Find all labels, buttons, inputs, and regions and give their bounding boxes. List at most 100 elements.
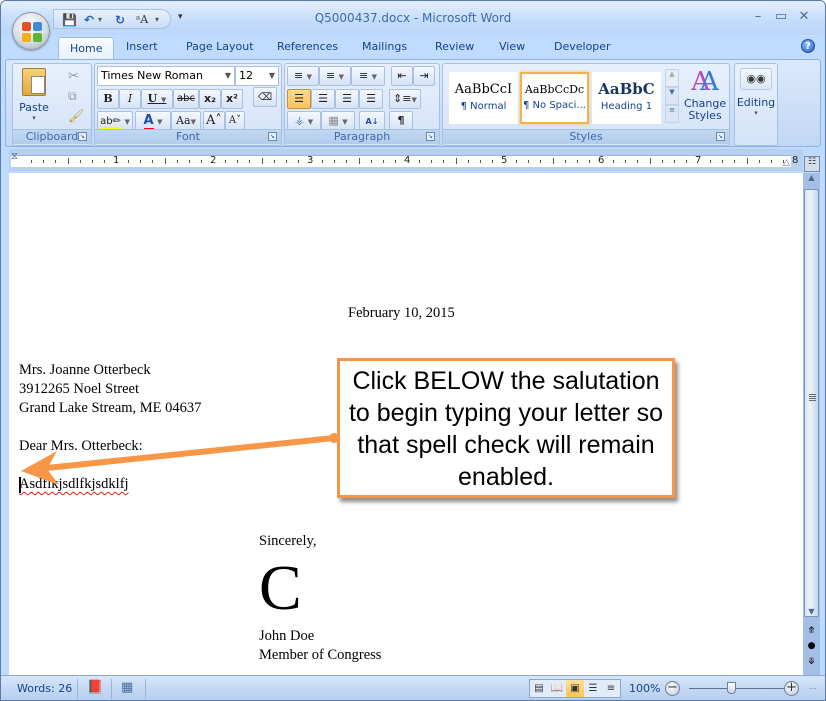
undo-icon[interactable]: ↶ (84, 13, 94, 27)
styles-launcher-icon[interactable]: ↘ (716, 132, 725, 141)
increase-indent-button[interactable]: ⇥ (413, 66, 435, 86)
outline-view-icon[interactable]: ☰ (584, 680, 602, 697)
style-heading-1-name: Heading 1 (600, 101, 653, 112)
scroll-down-icon[interactable]: ▼ (803, 607, 820, 623)
minimize-button[interactable]: – (747, 9, 769, 27)
tab-developer[interactable]: Developer (554, 40, 611, 53)
clear-formatting-button[interactable]: ⌫ (253, 87, 277, 107)
styles-scroll-up-icon[interactable]: ▲ (665, 69, 679, 87)
change-case-button[interactable]: Aa▼ (171, 111, 201, 131)
strikethrough-button[interactable]: abc (173, 89, 199, 109)
spelling-a-icon[interactable]: ᵃA (136, 13, 148, 27)
font-size-dropdown-icon[interactable]: ▼ (269, 67, 275, 85)
style-no-spacing[interactable]: AaBbCcDc ¶ No Spaci... (520, 72, 589, 124)
format-painter-icon[interactable]: 🖌 (68, 109, 85, 124)
paste-button[interactable]: Paste ▾ (16, 66, 52, 126)
save-icon[interactable]: 💾 (62, 13, 77, 27)
multilevel-list-button[interactable]: ≡ ▼ (351, 66, 385, 86)
style-no-spacing-name: ¶ No Spaci... (523, 100, 586, 111)
horizontal-ruler[interactable]: ⧖ △ 1 2 3 4 5 6 7 8 (11, 152, 798, 170)
shading-button[interactable]: ⚶ ▼ (287, 111, 321, 131)
zoom-slider-track[interactable] (689, 688, 785, 689)
office-button[interactable] (12, 12, 50, 50)
copy-icon[interactable]: ⧉ (68, 89, 77, 104)
bold-button[interactable]: B (97, 89, 119, 109)
subscript-button[interactable]: x₂ (199, 89, 221, 109)
tab-insert[interactable]: Insert (126, 40, 158, 53)
tab-view[interactable]: View (499, 40, 525, 53)
paragraph-launcher-icon[interactable]: ↘ (426, 132, 435, 141)
help-icon[interactable]: ? (801, 39, 815, 53)
change-styles-button[interactable]: AA Change Styles (681, 66, 729, 128)
borders-button[interactable]: ▦ ▼ (321, 111, 355, 131)
ruler-number: 7 (695, 155, 702, 166)
spelling-dropdown-icon[interactable]: ▾ (155, 13, 159, 27)
show-formatting-button[interactable]: ¶ (389, 111, 413, 131)
bullets-button[interactable]: ≡ ▼ (287, 66, 319, 86)
right-indent-marker-icon[interactable]: △ (783, 158, 790, 168)
ruler-tick (479, 160, 481, 163)
scroll-thumb[interactable] (804, 189, 819, 617)
font-name-combo[interactable]: Times New Roman ▼ (97, 66, 235, 86)
web-layout-view-icon[interactable]: ▣ (566, 680, 584, 697)
italic-button[interactable]: I (119, 89, 141, 109)
zoom-slider-thumb[interactable] (727, 682, 736, 694)
style-heading-1[interactable]: AaBbC Heading 1 (592, 72, 661, 124)
grow-font-button[interactable]: A˄ (203, 111, 225, 131)
editing-button[interactable]: ◉◉ Editing ▾ (736, 66, 776, 128)
decrease-indent-button[interactable]: ⇤ (391, 66, 413, 86)
view-ruler-button[interactable]: ☷ (804, 156, 820, 172)
align-center-button[interactable]: ☰ (311, 89, 335, 109)
tab-home[interactable]: Home (58, 37, 115, 61)
clipboard-launcher-icon[interactable]: ↘ (78, 132, 87, 141)
font-size-combo[interactable]: 12 ▼ (235, 66, 279, 86)
zoom-level[interactable]: 100% (629, 682, 660, 695)
shrink-font-button[interactable]: A˅ (225, 111, 245, 131)
cut-icon[interactable]: ✂ (68, 69, 79, 84)
tab-page-layout[interactable]: Page Layout (186, 40, 254, 53)
underline-button[interactable]: U ▼ (141, 89, 173, 109)
previous-page-icon[interactable]: ⤊ (803, 626, 820, 640)
draft-view-icon[interactable]: ≡ (602, 680, 620, 697)
zoom-out-icon[interactable]: − (665, 681, 680, 696)
macro-record-icon[interactable]: ▦ (121, 680, 133, 695)
tab-mailings[interactable]: Mailings (362, 40, 407, 53)
typed-text[interactable]: Asdflkjsdlfkjsdklfj (19, 476, 129, 493)
indent-marker-icon[interactable]: ⧖ (11, 152, 21, 170)
redo-icon[interactable]: ↻ (115, 13, 125, 27)
style-heading-1-sample: AaBbC (598, 80, 655, 98)
select-browse-object-icon[interactable]: ● (803, 641, 820, 655)
numbering-button[interactable]: ≡ ▼ (319, 66, 351, 86)
zoom-in-icon[interactable]: + (784, 681, 799, 696)
align-left-button[interactable]: ☰ (287, 89, 311, 109)
highlight-button[interactable]: ab✏ ▼ (97, 111, 133, 131)
styles-more-icon[interactable]: ≡ (665, 105, 679, 123)
superscript-button[interactable]: x² (221, 89, 243, 109)
ruler-tick (346, 160, 348, 163)
undo-dropdown-icon[interactable]: ▾ (98, 13, 102, 27)
resize-grip-icon[interactable]: ⋯ (809, 684, 817, 693)
customize-qat-icon[interactable]: ▾ (178, 12, 183, 22)
sort-button[interactable]: A↓ (359, 111, 385, 131)
align-right-button[interactable]: ☰ (335, 89, 359, 109)
ribbon: Paste ▾ ✂ ⧉ 🖌 Clipboard ↘ Times New Roman… (5, 59, 821, 147)
style-normal[interactable]: AaBbCcI ¶ Normal (449, 72, 518, 124)
next-page-icon[interactable]: ⤋ (803, 657, 820, 671)
maximize-button[interactable]: ▭ (770, 9, 792, 27)
tab-references[interactable]: References (277, 40, 338, 53)
proofing-error-icon[interactable]: 📕 (87, 680, 103, 695)
styles-scroll-down-icon[interactable]: ▼ (665, 87, 679, 105)
font-color-button[interactable]: A ▼ (135, 111, 171, 132)
tab-review[interactable]: Review (435, 40, 474, 53)
scroll-up-icon[interactable]: ▲ (803, 173, 820, 189)
close-button[interactable]: ✕ (793, 9, 815, 27)
font-name-dropdown-icon[interactable]: ▼ (225, 67, 231, 85)
justify-button[interactable]: ☰ (359, 89, 383, 109)
full-screen-reading-view-icon[interactable]: 📖 (548, 680, 566, 697)
style-no-spacing-sample: AaBbCcDc (524, 83, 585, 96)
word-count[interactable]: Words: 26 (17, 682, 72, 695)
vertical-scrollbar[interactable]: ▲ ▼ ⤊ ● ⤋ (803, 173, 820, 675)
line-spacing-button[interactable]: ⇕≡▼ (389, 89, 421, 109)
font-launcher-icon[interactable]: ↘ (268, 132, 277, 141)
print-layout-view-icon[interactable]: ▤ (530, 680, 548, 697)
